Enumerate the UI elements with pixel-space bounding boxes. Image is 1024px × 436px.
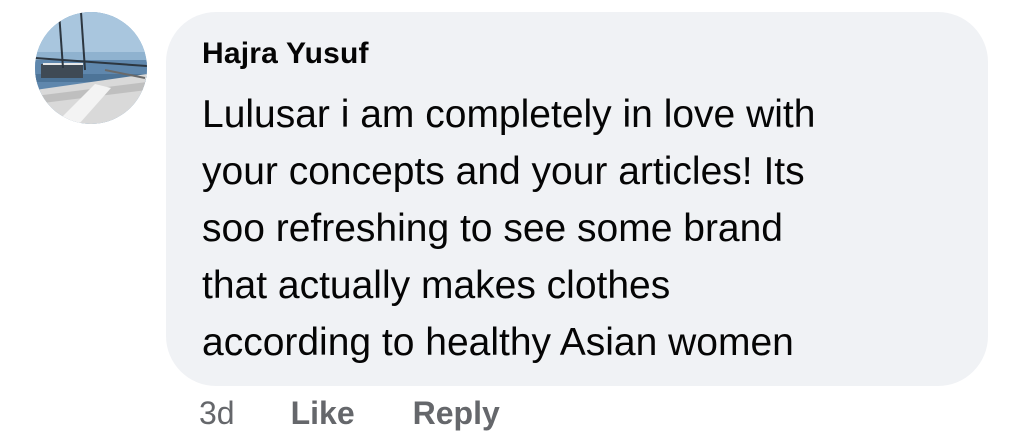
comment-actions: 3d Like Reply (199, 393, 500, 433)
comment: Hajra Yusuf Lulusar i am completely in l… (0, 0, 1024, 436)
comment-text-line: your concepts and your articles! Its (202, 150, 805, 193)
comment-text-line: according to healthy Asian women (202, 321, 794, 364)
reply-button[interactable]: Reply (413, 395, 500, 432)
comment-timestamp[interactable]: 3d (199, 395, 235, 432)
comment-bubble: Hajra Yusuf Lulusar i am completely in l… (166, 12, 988, 386)
comment-text-line: Lulusar i am completely in love with (202, 93, 816, 136)
comment-text-line: soo refreshing to see some brand (202, 207, 784, 250)
comment-text-line: that actually makes clothes (202, 264, 671, 307)
profile-photo-icon (35, 12, 147, 124)
comment-body: Lulusar i am completely in love with you… (202, 86, 972, 371)
comment-author[interactable]: Hajra Yusuf (202, 37, 369, 71)
like-button[interactable]: Like (291, 395, 355, 432)
avatar[interactable] (35, 12, 147, 124)
